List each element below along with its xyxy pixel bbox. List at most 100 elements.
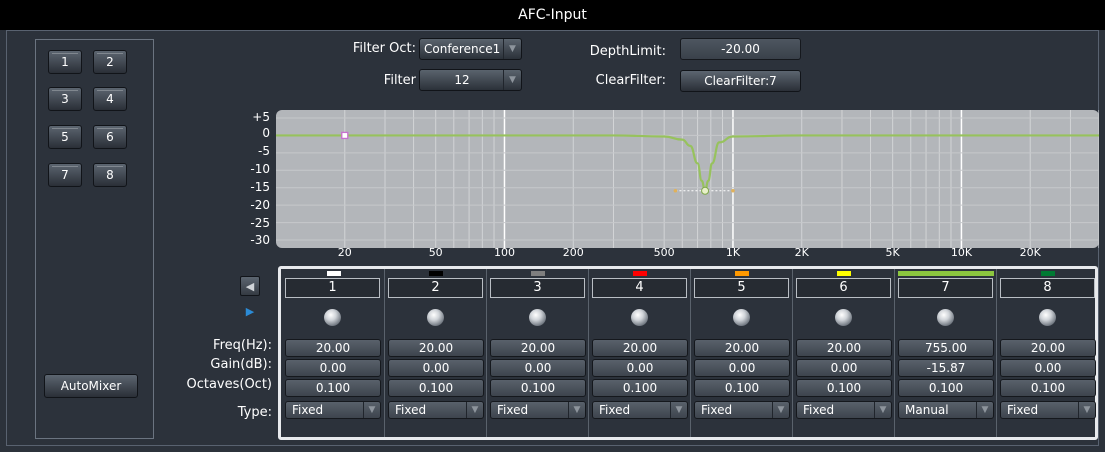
filter-color-tab (837, 271, 851, 276)
filter-number-button[interactable]: 8 (1000, 278, 1095, 298)
filter-number-button[interactable]: 7 (898, 278, 993, 298)
depth-limit-field[interactable]: -20.00 (680, 38, 801, 60)
channel-button-6[interactable]: 6 (93, 125, 127, 149)
octaves-field[interactable]: 0.100 (694, 379, 790, 397)
octaves-field[interactable]: 0.100 (285, 379, 381, 397)
filter-number-button[interactable]: 5 (694, 278, 789, 298)
y-tick-label: 0 (262, 126, 270, 140)
type-dropdown[interactable]: Fixed ▼ (490, 401, 586, 419)
window-title: AFC-Input (0, 0, 1105, 30)
eq-graph[interactable] (275, 110, 1100, 248)
octaves-field[interactable]: 0.100 (796, 379, 892, 397)
knob-icon[interactable] (733, 309, 750, 326)
channel-button-3[interactable]: 3 (48, 87, 82, 111)
y-tick-label: -30 (250, 233, 270, 247)
gain-field[interactable]: 0.00 (592, 359, 688, 377)
knob-icon[interactable] (835, 309, 852, 326)
filter-oct-label: Filter Oct: (352, 41, 416, 56)
x-tick-label: 20 (337, 246, 352, 259)
type-dropdown[interactable]: Fixed ▼ (592, 401, 688, 419)
filter-oct-value: Conference1 (424, 42, 501, 56)
octaves-field[interactable]: 0.100 (1000, 379, 1096, 397)
gain-field[interactable]: 0.00 (285, 359, 381, 377)
type-dropdown[interactable]: Fixed ▼ (388, 401, 484, 419)
filter-table: 1 20.00 0.00 0.100 Fixed ▼ 2 20.00 0.00 0.100 Fixe… (278, 266, 1098, 440)
clear-filter-button[interactable]: ClearFilter:7 (680, 70, 801, 92)
filter-point-marker (701, 186, 710, 195)
knob-icon[interactable] (1039, 309, 1056, 326)
triangle-down-icon: ▼ (466, 402, 483, 418)
filter-number-button[interactable]: 2 (388, 278, 483, 298)
y-tick-label: -20 (250, 198, 270, 212)
knob-icon[interactable] (529, 309, 546, 326)
freq-field[interactable]: 20.00 (592, 339, 688, 357)
filter-column-2: 2 20.00 0.00 0.100 Fixed ▼ (384, 269, 487, 437)
type-dropdown[interactable]: Fixed ▼ (694, 401, 790, 419)
knob-icon[interactable] (937, 309, 954, 326)
freq-field[interactable]: 20.00 (388, 339, 484, 357)
freq-field[interactable]: 20.00 (694, 339, 790, 357)
octaves-field[interactable]: 0.100 (592, 379, 688, 397)
type-value: Fixed (1007, 403, 1039, 417)
gain-row-label: Gain(dB): (210, 357, 272, 372)
x-tick-label: 20K (1019, 246, 1041, 259)
triangle-down-icon: ▼ (976, 402, 993, 418)
automixer-button[interactable]: AutoMixer (44, 374, 138, 398)
gain-field[interactable]: 0.00 (796, 359, 892, 377)
filter-color-tab (1041, 271, 1055, 276)
y-tick-label: -5 (258, 144, 270, 158)
channel-button-2[interactable]: 2 (93, 50, 127, 74)
channel-button-1[interactable]: 1 (48, 50, 82, 74)
type-value: Fixed (395, 403, 427, 417)
type-value: Fixed (292, 403, 324, 417)
freq-field[interactable]: 20.00 (796, 339, 892, 357)
channel-button-7[interactable]: 7 (48, 163, 82, 187)
type-dropdown[interactable]: Manual ▼ (898, 401, 994, 419)
knob-icon[interactable] (324, 309, 341, 326)
octaves-field[interactable]: 0.100 (388, 379, 484, 397)
gain-field[interactable]: 0.00 (694, 359, 790, 377)
filter-number-button[interactable]: 3 (490, 278, 585, 298)
gain-field[interactable]: 0.00 (490, 359, 586, 377)
filter-label: Filter (383, 73, 416, 88)
gain-field[interactable]: 0.00 (1000, 359, 1096, 377)
gain-field[interactable]: -15.87 (898, 359, 994, 377)
freq-field[interactable]: 20.00 (1000, 339, 1096, 357)
filter-column-7: 7 755.00 -15.87 0.100 Manual ▼ (894, 269, 997, 437)
freq-field[interactable]: 20.00 (490, 339, 586, 357)
gain-field[interactable]: 0.00 (388, 359, 484, 377)
filter-column-3: 3 20.00 0.00 0.100 Fixed ▼ (486, 269, 589, 437)
filter-dropdown[interactable]: 12 ▼ (419, 69, 522, 91)
triangle-down-icon: ▼ (772, 402, 789, 418)
octaves-field[interactable]: 0.100 (898, 379, 994, 397)
filter-number-button[interactable]: 6 (796, 278, 891, 298)
arrow-right-icon[interactable]: ▶ (240, 302, 260, 322)
filter-point-marker (341, 131, 349, 140)
triangle-down-icon: ▼ (503, 70, 521, 90)
x-tick-label: 500 (653, 246, 675, 259)
y-tick-label: -15 (250, 180, 270, 194)
freq-field[interactable]: 755.00 (898, 339, 994, 357)
channel-button-4[interactable]: 4 (93, 87, 127, 111)
filter-number-button[interactable]: 4 (592, 278, 687, 298)
knob-icon[interactable] (631, 309, 648, 326)
type-dropdown[interactable]: Fixed ▼ (796, 401, 892, 419)
channel-button-8[interactable]: 8 (93, 163, 127, 187)
x-tick-label: 5K (885, 246, 900, 259)
clear-filter-label: ClearFilter: (595, 73, 666, 88)
x-tick-label: 10K (950, 246, 973, 259)
filter-number-button[interactable]: 1 (285, 278, 380, 298)
filter-color-tab (898, 271, 994, 276)
knob-icon[interactable] (427, 309, 444, 326)
filter-oct-dropdown[interactable]: Conference1 ▼ (419, 38, 522, 60)
channel-button-5[interactable]: 5 (48, 125, 82, 149)
triangle-down-icon: ▼ (874, 402, 891, 418)
type-dropdown[interactable]: Fixed ▼ (1000, 401, 1096, 419)
type-value: Fixed (803, 403, 835, 417)
freq-field[interactable]: 20.00 (285, 339, 381, 357)
filter-color-tab (735, 271, 749, 276)
arrow-left-icon[interactable]: ◀ (240, 276, 260, 296)
x-tick-label: 1K (725, 246, 741, 259)
octaves-field[interactable]: 0.100 (490, 379, 586, 397)
type-dropdown[interactable]: Fixed ▼ (285, 401, 381, 419)
